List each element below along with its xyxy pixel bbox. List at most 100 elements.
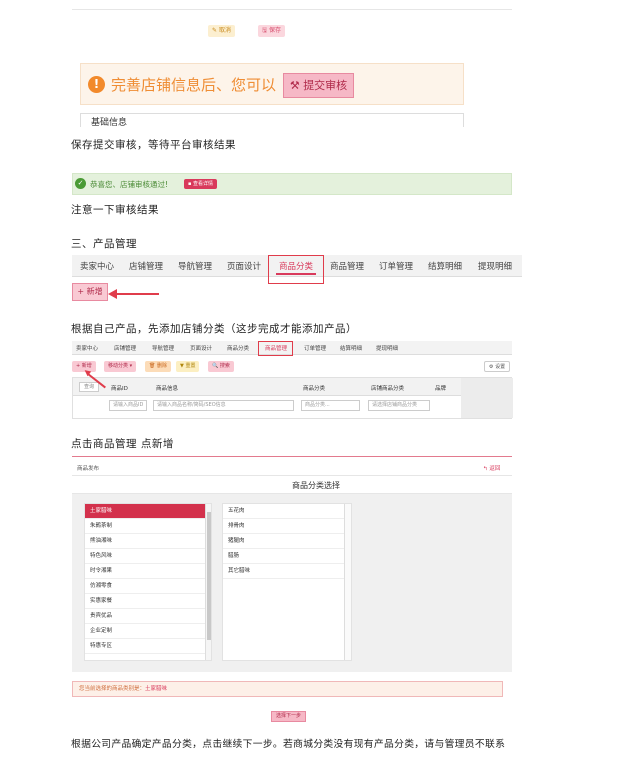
header-product-id[interactable]: 商品ID xyxy=(111,384,128,392)
success-text: 恭喜您、店铺审核通过! xyxy=(90,180,169,189)
category-label: 企业定制 xyxy=(90,628,113,634)
subcategory-item[interactable]: 其它腊味 xyxy=(223,564,351,579)
category-scroll-thumb[interactable] xyxy=(207,512,211,640)
category-item[interactable]: 仿湘零食› xyxy=(85,579,211,594)
caption-choose-category: 根据公司产品确定产品分类，点击继续下一步。若商城分类没有现有产品分类，请与管理员… xyxy=(71,739,506,750)
product-info-filter[interactable]: 请输入商品名称/简码/SEO信息 xyxy=(153,400,294,411)
subcategory-scrollbar[interactable] xyxy=(344,504,351,660)
store-category-filter[interactable]: 请选择店铺商品分类 xyxy=(368,400,430,411)
category-item[interactable]: 实惠家餐› xyxy=(85,594,211,609)
cancel-button[interactable]: ✎ 取消 xyxy=(208,25,235,37)
submit-review-label: 提交审核 xyxy=(303,79,348,92)
add-arrow xyxy=(113,293,159,295)
toolbar-delete-button[interactable]: 🗑 删除 xyxy=(145,361,171,372)
header-brand[interactable]: 品牌 xyxy=(435,384,446,392)
toolbar-reset-label: 重置 xyxy=(185,363,196,369)
nav2-withdrawal[interactable]: 提现明细 xyxy=(376,344,398,352)
filter-query-label: 查询 xyxy=(83,384,94,390)
subcategory-list: 五花肉 排骨肉 猪腿肉 腊肠 其它腊味 xyxy=(222,503,352,661)
highlight-category-tab xyxy=(268,255,324,284)
subcategory-item[interactable]: 五花肉 xyxy=(223,504,351,519)
caption-click-new: 点击商品管理 点新增 xyxy=(71,438,174,450)
category-label: 贵宾优品 xyxy=(90,613,113,619)
submit-review-button[interactable]: ⚒ 提交审核 xyxy=(283,73,354,98)
category-item[interactable]: 贵宾优品› xyxy=(85,609,211,624)
save-button[interactable]: 🖫 保存 xyxy=(258,25,286,37)
toolbar-move-button[interactable]: 移动分类 ▾ xyxy=(104,361,137,372)
category-label: 特色风味 xyxy=(90,553,113,559)
product-id-filter[interactable]: 请输入商品ID xyxy=(109,400,147,411)
header-product-category[interactable]: 商品分类 xyxy=(303,384,325,392)
toolbar-search-button[interactable]: 🔍 搜索 xyxy=(208,361,234,372)
caption-section-three: 三、产品管理 xyxy=(71,238,137,250)
top-divider xyxy=(72,9,512,10)
nav2-navigation-manage[interactable]: 导航管理 xyxy=(152,344,174,352)
table-header: 商品ID 商品信息 商品分类 店铺商品分类 品牌 操作 xyxy=(73,378,511,396)
product-table: 商品ID 商品信息 商品分类 店铺商品分类 品牌 操作 查询 xyxy=(72,377,513,419)
subcategory-item[interactable]: 排骨肉 xyxy=(223,519,351,534)
category-item[interactable]: 企业定制› xyxy=(85,624,211,639)
nav2-settlement[interactable]: 结算明细 xyxy=(340,344,362,352)
actions-column-bg xyxy=(461,378,513,418)
toolbar-settings-button[interactable]: ⚙ 设置 xyxy=(484,361,511,372)
product-category-filter[interactable]: 商品分类... xyxy=(301,400,360,411)
notice-text: 完善店铺信息后、您可以 xyxy=(111,76,277,94)
nav2-store-manage[interactable]: 店铺管理 xyxy=(114,344,136,352)
category-select-title: 商品分类选择 xyxy=(292,481,340,490)
nav2-order-manage[interactable]: 订单管理 xyxy=(304,344,326,352)
category-item[interactable]: 特惠专区› xyxy=(85,639,211,654)
publish-breadcrumb: 商品发布 xyxy=(77,466,100,472)
toolbar-search-label: 搜索 xyxy=(219,363,230,369)
category-scrollbar[interactable] xyxy=(205,504,211,660)
category-label: 仿湘零食 xyxy=(90,583,113,589)
nav-navigation-manage[interactable]: 导航管理 xyxy=(178,260,212,272)
back-link[interactable]: ↰ 返回 xyxy=(483,464,500,472)
category-item[interactable]: 熊油湘味› xyxy=(85,534,211,549)
toolbar-reset-button[interactable]: ▼ 重置 xyxy=(176,361,200,372)
category-item[interactable]: 朱鹮茶制› xyxy=(85,519,211,534)
active-tab-underline xyxy=(276,273,316,275)
back-label: 返回 xyxy=(489,466,501,472)
nav2-product-category[interactable]: 商品分类 xyxy=(227,344,249,352)
selected-category-bar: 您当前选择的商品类别是：土家腊味 xyxy=(72,681,503,697)
caption-add-category: 根据自己产品，先添加店铺分类（这步完成才能添加产品） xyxy=(71,323,357,335)
header-product-info[interactable]: 商品信息 xyxy=(156,384,178,392)
category-item[interactable]: 时令湘果› xyxy=(85,564,211,579)
subcategory-item[interactable]: 腊肠 xyxy=(223,549,351,564)
cancel-label: 取消 xyxy=(218,27,231,34)
category-label: 朱鹮茶制 xyxy=(90,523,113,529)
nav-settlement[interactable]: 结算明细 xyxy=(428,260,462,272)
selected-value: 土家腊味 xyxy=(145,686,168,692)
filter-query-button[interactable]: 查询 xyxy=(79,382,99,392)
nav2-page-design[interactable]: 页面设计 xyxy=(190,344,212,352)
toolbar-settings-label: 设置 xyxy=(495,364,506,370)
add-category-button[interactable]: + 新增 xyxy=(72,283,108,301)
nav-page-design[interactable]: 页面设计 xyxy=(227,260,261,272)
category-label: 时令湘果 xyxy=(90,568,113,574)
nav-seller-center[interactable]: 卖家中心 xyxy=(80,260,114,272)
header-store-category[interactable]: 店铺商品分类 xyxy=(371,384,404,392)
publish-header-divider xyxy=(72,475,512,476)
view-detail-button[interactable]: ▪ 查看详情 xyxy=(184,179,217,189)
nav2-seller-center[interactable]: 卖家中心 xyxy=(76,344,98,352)
category-label: 土家腊味 xyxy=(90,508,113,514)
subcategory-item[interactable]: 猪腿肉 xyxy=(223,534,351,549)
toolbar-move-label: 移动分类 xyxy=(108,363,129,369)
next-step-label: 选择下一步 xyxy=(275,713,301,719)
nav-withdrawal[interactable]: 提现明细 xyxy=(478,260,512,272)
add-arrow-head xyxy=(108,289,117,299)
nav-store-manage[interactable]: 店铺管理 xyxy=(129,260,163,272)
category-item[interactable]: 土家腊味› xyxy=(85,504,211,519)
category-label: 特惠专区 xyxy=(90,643,113,649)
selected-prefix: 您当前选择的商品类别是： xyxy=(79,686,146,692)
nav-product-manage[interactable]: 商品管理 xyxy=(330,260,364,272)
highlight-product-tab xyxy=(258,341,293,356)
info-title: 基础信息 xyxy=(91,118,128,128)
next-step-button[interactable]: 选择下一步 xyxy=(271,711,306,722)
category-label: 实惠家餐 xyxy=(90,598,113,604)
category-item[interactable]: 特色风味› xyxy=(85,549,211,564)
publish-top-border xyxy=(72,456,512,457)
warning-icon: ! xyxy=(88,76,105,93)
nav-order-manage[interactable]: 订单管理 xyxy=(379,260,413,272)
save-label: 保存 xyxy=(269,27,282,34)
